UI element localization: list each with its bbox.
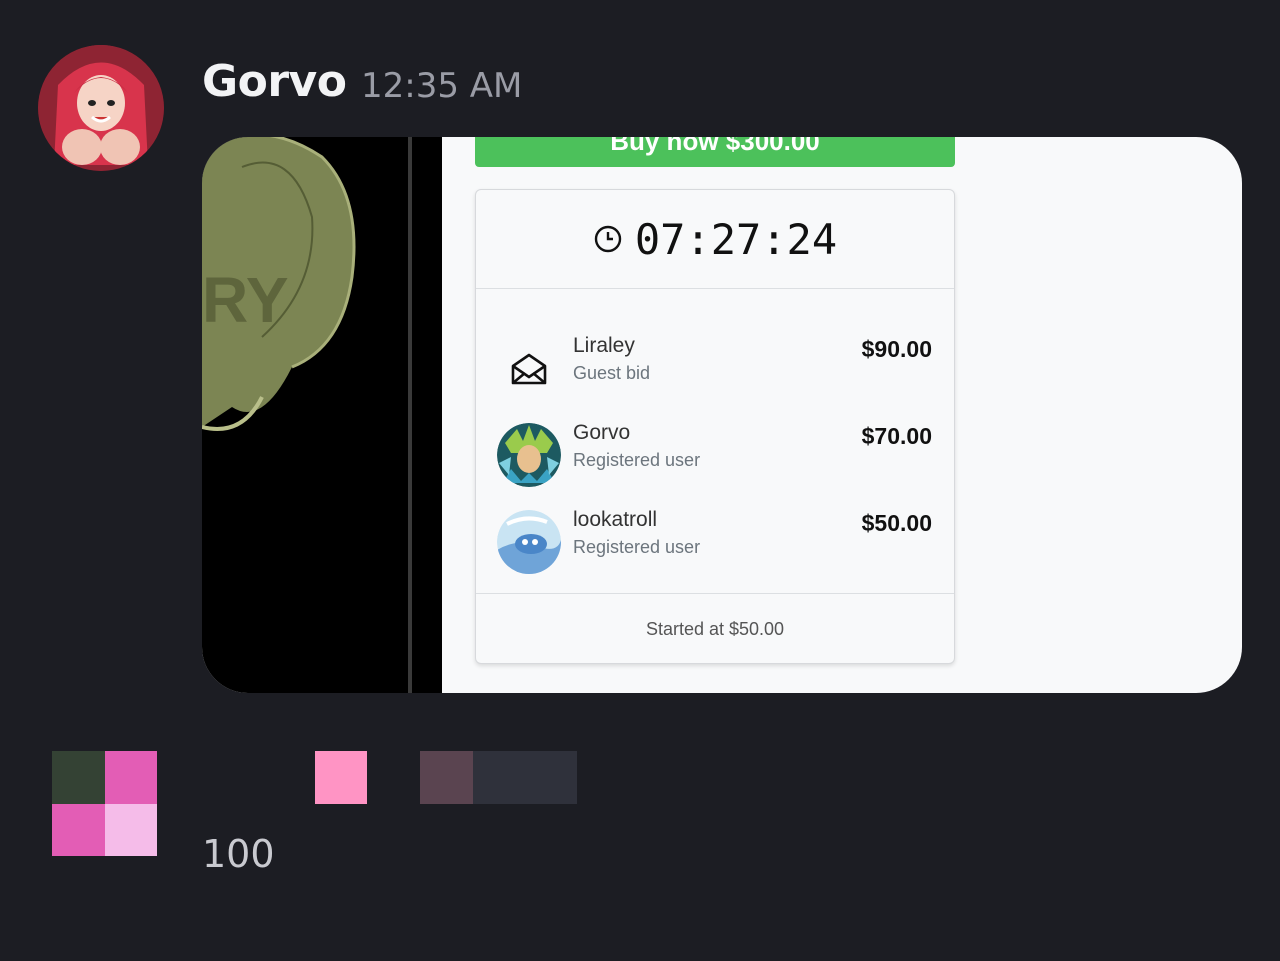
timer-value: 07:27:24: [634, 214, 838, 264]
author-name[interactable]: Gorvo: [202, 56, 347, 107]
bid-row: Gorvo Registered user $70.00: [476, 409, 954, 489]
bidder-type: Guest bid: [573, 363, 651, 383]
pixel-block: [52, 804, 105, 856]
pixel-block: [52, 751, 105, 804]
bidder-name[interactable]: Liraley: [573, 334, 635, 358]
pixel-block: [473, 751, 577, 804]
countdown-timer: 07:27:24: [476, 190, 954, 289]
starting-price: Started at $50.00: [476, 593, 954, 664]
pixel-block: [420, 751, 473, 804]
artwork-preview: RY: [202, 137, 442, 693]
auction-card: 07:27:24 Liraley Guest bid $90.00 Gorvo …: [475, 189, 955, 664]
pixel-block: [105, 751, 157, 804]
bidder-avatar[interactable]: [497, 510, 561, 574]
clock-icon: [594, 225, 622, 253]
bid-row: lookatroll Registered user $50.00: [476, 496, 954, 576]
bidder-name[interactable]: Gorvo: [573, 421, 630, 445]
bid-amount: $90.00: [861, 336, 932, 362]
reaction-count: 100: [202, 832, 275, 876]
vertical-divider: [408, 137, 412, 693]
author-avatar[interactable]: [38, 45, 164, 171]
message-timestamp: 12:35 AM: [361, 66, 523, 106]
bidder-avatar[interactable]: [497, 423, 561, 487]
bidder-name[interactable]: lookatroll: [573, 508, 657, 532]
bid-amount: $50.00: [861, 510, 932, 536]
envelope-icon: [497, 336, 561, 400]
bidder-type: Registered user: [573, 537, 701, 557]
bid-amount: $70.00: [861, 423, 932, 449]
pixel-block: [315, 751, 367, 804]
bid-row: Liraley Guest bid $90.00: [476, 322, 954, 402]
embed-image[interactable]: RY Buy now $300.00 07:27:24 Liraley Gues…: [202, 137, 1242, 693]
pixel-block: [105, 804, 157, 856]
svg-text:RY: RY: [202, 264, 289, 336]
chat-message: Gorvo 12:35 AM RY Buy now $300.00 07:27:…: [0, 0, 1280, 961]
bidder-type: Registered user: [573, 450, 701, 470]
buy-now-button[interactable]: Buy now $300.00: [475, 137, 955, 167]
